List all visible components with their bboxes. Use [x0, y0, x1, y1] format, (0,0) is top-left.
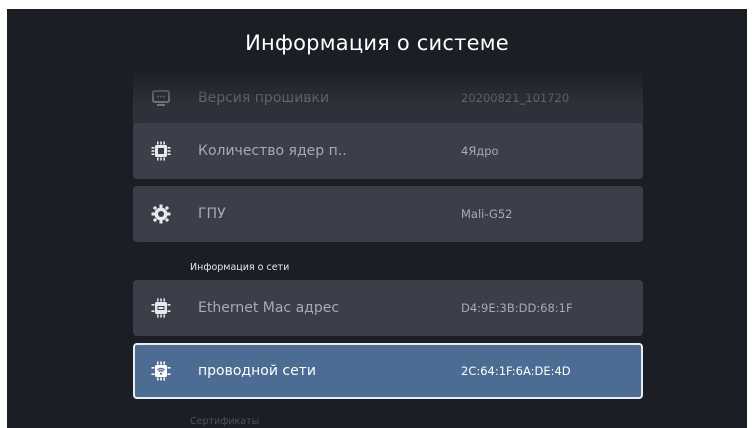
ethernet-mac-label: Ethernet Mac адрес: [198, 300, 340, 316]
gpu-value: Mali-G52: [461, 207, 513, 221]
ethernet-mac-value: D4:9E:3B:DD:68:1F: [461, 301, 573, 315]
tv-screen: Информация о системе Версия прошивки 202…: [7, 9, 747, 428]
ethernet-mac-row[interactable]: Ethernet Mac адрес D4:9E:3B:DD:68:1F: [133, 280, 643, 336]
ethernet-icon: [151, 298, 171, 318]
section-network-heading: Информация о сети: [190, 262, 290, 273]
gpu-row[interactable]: ГПУ Mali-G52: [133, 186, 643, 242]
cpu-icon: [151, 141, 171, 161]
wired-network-label: проводной сети: [198, 363, 316, 379]
cpu-cores-label: Количество ядер п..: [198, 143, 347, 159]
cpu-cores-row[interactable]: Количество ядер п.. 4Ядро: [133, 123, 643, 179]
gpu-icon: [151, 204, 171, 224]
scroll-fade: [7, 69, 747, 105]
gpu-label: ГПУ: [198, 206, 226, 222]
wired-network-value: 2C:64:1F:6A:DE:4D: [461, 364, 571, 378]
cpu-cores-value: 4Ядро: [461, 144, 499, 158]
wired-network-row[interactable]: проводной сети 2C:64:1F:6A:DE:4D: [133, 343, 643, 399]
wifi-chip-icon: [151, 361, 171, 381]
section-certificates-heading: Сертификаты: [190, 416, 260, 427]
page-title: Информация о системе: [245, 31, 509, 55]
